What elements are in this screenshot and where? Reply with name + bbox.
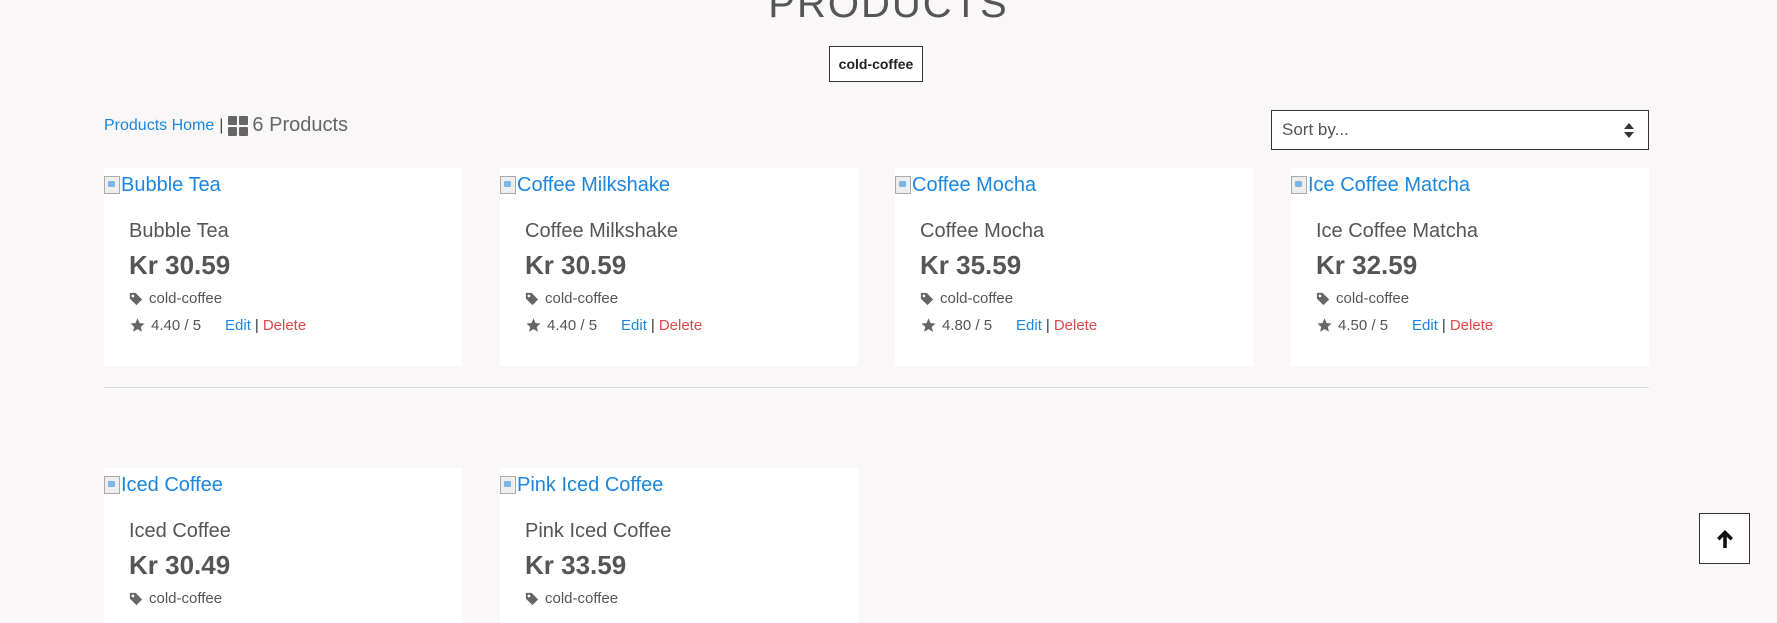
category-label: cold-coffee — [545, 590, 619, 607]
category-label: cold-coffee — [1336, 290, 1410, 307]
product-price: Kr 32.59 — [1316, 250, 1418, 280]
product-name: Pink Iced Coffee — [525, 520, 672, 542]
back-to-top-button[interactable] — [1699, 513, 1750, 564]
grid-icon — [228, 115, 249, 136]
arrow-up-icon — [1716, 529, 1733, 548]
product-category: cold-coffee — [129, 590, 437, 607]
product-category: cold-coffee — [1316, 290, 1624, 307]
product-card: Bubble Tea Bubble Tea Kr 30.59 cold-coff… — [104, 168, 462, 366]
product-card: Coffee Mocha Coffee Mocha Kr 35.59 cold-… — [895, 168, 1253, 366]
category-label: cold-coffee — [149, 590, 223, 607]
product-card: Coffee Milkshake Coffee Milkshake Kr 30.… — [500, 168, 858, 366]
delete-link[interactable]: Delete — [659, 317, 702, 334]
product-meta: 4.80 / 5 Edit | Delete — [920, 317, 1228, 334]
sort-select[interactable]: Sort by... — [1271, 110, 1649, 150]
product-image-link[interactable]: Iced Coffee — [104, 472, 462, 498]
product-image-alt: Coffee Mocha — [912, 173, 1037, 196]
product-category: cold-coffee — [525, 590, 833, 607]
category-label: cold-coffee — [940, 290, 1014, 307]
product-rating: 4.40 / 5 — [547, 317, 598, 334]
category-label: cold-coffee — [149, 290, 223, 307]
product-image-alt: Ice Coffee Matcha — [1308, 173, 1470, 196]
tag-icon — [129, 592, 143, 605]
star-icon — [1317, 318, 1332, 332]
product-meta: 4.40 / 5 Edit | Delete — [525, 317, 833, 334]
delete-link[interactable]: Delete — [1054, 317, 1097, 334]
sort-arrows-icon — [1624, 123, 1634, 139]
products-page: PRODUCTS cold-coffee Products Home | 6 P… — [0, 0, 1777, 623]
tag-icon — [1316, 292, 1330, 305]
tag-icon — [129, 292, 143, 305]
product-image-alt: Bubble Tea — [121, 173, 221, 196]
star-icon — [130, 318, 145, 332]
product-price: Kr 30.59 — [525, 250, 627, 280]
product-meta: 4.40 / 5 Edit | Delete — [129, 317, 437, 334]
action-separator: | — [650, 317, 655, 334]
toolbar: Products Home | 6 Products Sort by... — [104, 110, 1649, 150]
star-icon — [921, 318, 936, 332]
product-image-alt: Coffee Milkshake — [517, 173, 671, 196]
product-category: cold-coffee — [525, 290, 833, 307]
product-rating: 4.50 / 5 — [1338, 317, 1389, 334]
category-filter-badge[interactable]: cold-coffee — [829, 46, 923, 82]
product-rating: 4.40 / 5 — [151, 317, 202, 334]
product-image-alt: Iced Coffee — [121, 473, 223, 496]
sort-select-value: Sort by... — [1282, 120, 1349, 139]
tag-icon — [525, 592, 539, 605]
product-name: Bubble Tea — [129, 220, 229, 242]
edit-link[interactable]: Edit — [1412, 317, 1438, 334]
product-card: Iced Coffee Iced Coffee Kr 30.49 cold-co… — [104, 468, 462, 623]
breadcrumb-products-home-link[interactable]: Products Home — [104, 117, 214, 135]
edit-link[interactable]: Edit — [225, 317, 251, 334]
product-price: Kr 30.49 — [129, 550, 231, 580]
broken-image-icon — [500, 476, 516, 494]
broken-image-icon — [1291, 176, 1307, 194]
action-separator: | — [1441, 317, 1446, 334]
product-name: Coffee Milkshake — [525, 220, 679, 242]
product-image-alt: Pink Iced Coffee — [517, 473, 664, 496]
product-image-link[interactable]: Ice Coffee Matcha — [1291, 172, 1649, 198]
product-rating: 4.80 / 5 — [942, 317, 993, 334]
edit-link[interactable]: Edit — [621, 317, 647, 334]
broken-image-icon — [104, 476, 120, 494]
tag-icon — [525, 292, 539, 305]
delete-link[interactable]: Delete — [1450, 317, 1493, 334]
action-separator: | — [254, 317, 259, 334]
star-icon — [526, 318, 541, 332]
broken-image-icon — [500, 176, 516, 194]
page-title: PRODUCTS — [768, 0, 1009, 26]
product-price: Kr 30.59 — [129, 250, 231, 280]
product-image-link[interactable]: Coffee Mocha — [895, 172, 1253, 198]
product-name: Iced Coffee — [129, 520, 231, 542]
edit-link[interactable]: Edit — [1016, 317, 1042, 334]
category-label: cold-coffee — [545, 290, 619, 307]
product-image-link[interactable]: Bubble Tea — [104, 172, 462, 198]
product-count: 6 Products — [252, 114, 349, 136]
tag-icon — [920, 292, 934, 305]
product-name: Coffee Mocha — [920, 220, 1045, 242]
action-separator: | — [1045, 317, 1050, 334]
delete-link[interactable]: Delete — [263, 317, 306, 334]
product-image-link[interactable]: Pink Iced Coffee — [500, 472, 858, 498]
product-image-link[interactable]: Coffee Milkshake — [500, 172, 858, 198]
product-meta: 4.50 / 5 Edit | Delete — [1316, 317, 1624, 334]
product-category: cold-coffee — [129, 290, 437, 307]
product-price: Kr 35.59 — [920, 250, 1022, 280]
broken-image-icon — [104, 176, 120, 194]
breadcrumb-separator: | — [219, 116, 224, 134]
broken-image-icon — [895, 176, 911, 194]
product-category: cold-coffee — [920, 290, 1228, 307]
product-card: Ice Coffee Matcha Ice Coffee Matcha Kr 3… — [1291, 168, 1649, 366]
product-name: Ice Coffee Matcha — [1316, 220, 1478, 242]
product-card: Pink Iced Coffee Pink Iced Coffee Kr 33.… — [500, 468, 858, 623]
breadcrumb: Products Home | 6 Products — [104, 114, 348, 137]
row-divider — [104, 387, 1649, 388]
product-price: Kr 33.59 — [525, 550, 627, 580]
